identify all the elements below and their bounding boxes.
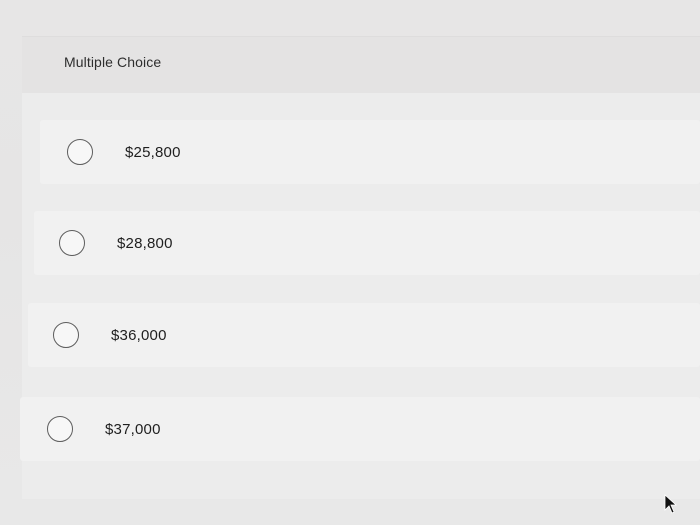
mouse-pointer-icon — [664, 494, 678, 514]
radio-button[interactable] — [67, 139, 93, 165]
answer-option-1[interactable]: $25,800 — [40, 120, 700, 184]
radio-button[interactable] — [47, 416, 73, 442]
answer-option-label: $37,000 — [105, 420, 161, 438]
answer-option-2[interactable]: $28,800 — [34, 211, 700, 275]
question-header: Multiple Choice — [22, 37, 700, 93]
answer-option-label: $36,000 — [111, 326, 167, 344]
question-type-label: Multiple Choice — [64, 54, 162, 70]
answer-option-label: $28,800 — [117, 234, 173, 252]
answer-option-label: $25,800 — [125, 143, 181, 161]
radio-button[interactable] — [59, 230, 85, 256]
answer-option-4[interactable]: $37,000 — [20, 397, 700, 461]
radio-button[interactable] — [53, 322, 79, 348]
answer-option-3[interactable]: $36,000 — [28, 303, 700, 367]
